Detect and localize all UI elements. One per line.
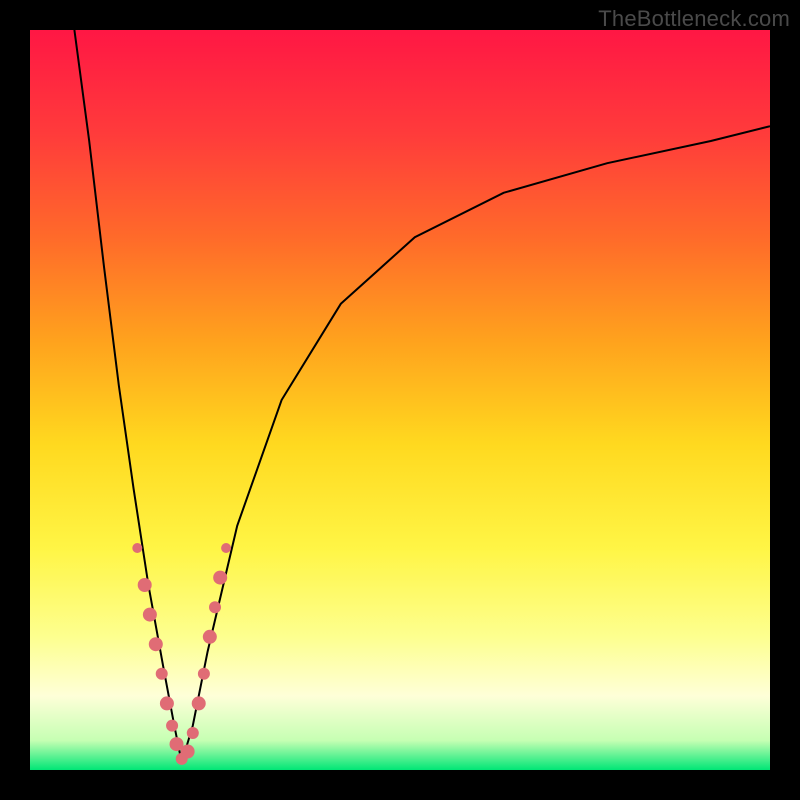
sample-point [192,696,206,710]
sample-point [149,637,163,651]
sample-point [213,571,227,585]
sample-point [209,601,221,613]
gradient-background [30,30,770,770]
sample-point [160,696,174,710]
watermark-text: TheBottleneck.com [598,6,790,32]
sample-point [166,720,178,732]
chart-frame: TheBottleneck.com [0,0,800,800]
sample-point [221,543,231,553]
sample-point [187,727,199,739]
sample-point [181,745,195,759]
sample-point [203,630,217,644]
sample-point [138,578,152,592]
plot-area [30,30,770,770]
chart-svg [30,30,770,770]
sample-point [156,668,168,680]
sample-point [143,608,157,622]
sample-point [198,668,210,680]
sample-point [132,543,142,553]
